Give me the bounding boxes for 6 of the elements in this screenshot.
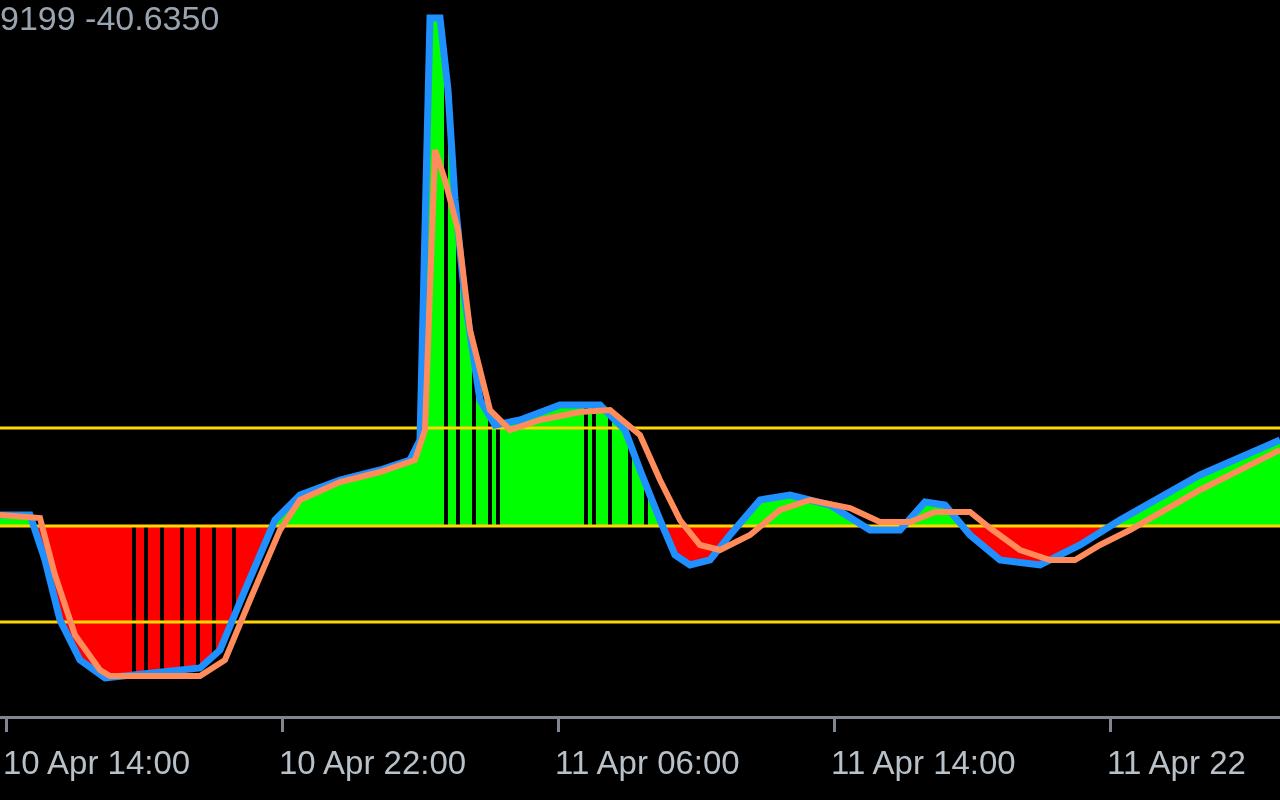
- time-label: 10 Apr 22:00: [279, 743, 468, 783]
- time-label: 11 Apr 22: [1107, 743, 1246, 783]
- time-label: 10 Apr 14:00: [3, 743, 192, 783]
- time-label: 11 Apr 06:00: [555, 743, 741, 783]
- time-label: 11 Apr 14:00: [831, 743, 1017, 783]
- indicator-values: 9199 -40.6350: [0, 0, 220, 39]
